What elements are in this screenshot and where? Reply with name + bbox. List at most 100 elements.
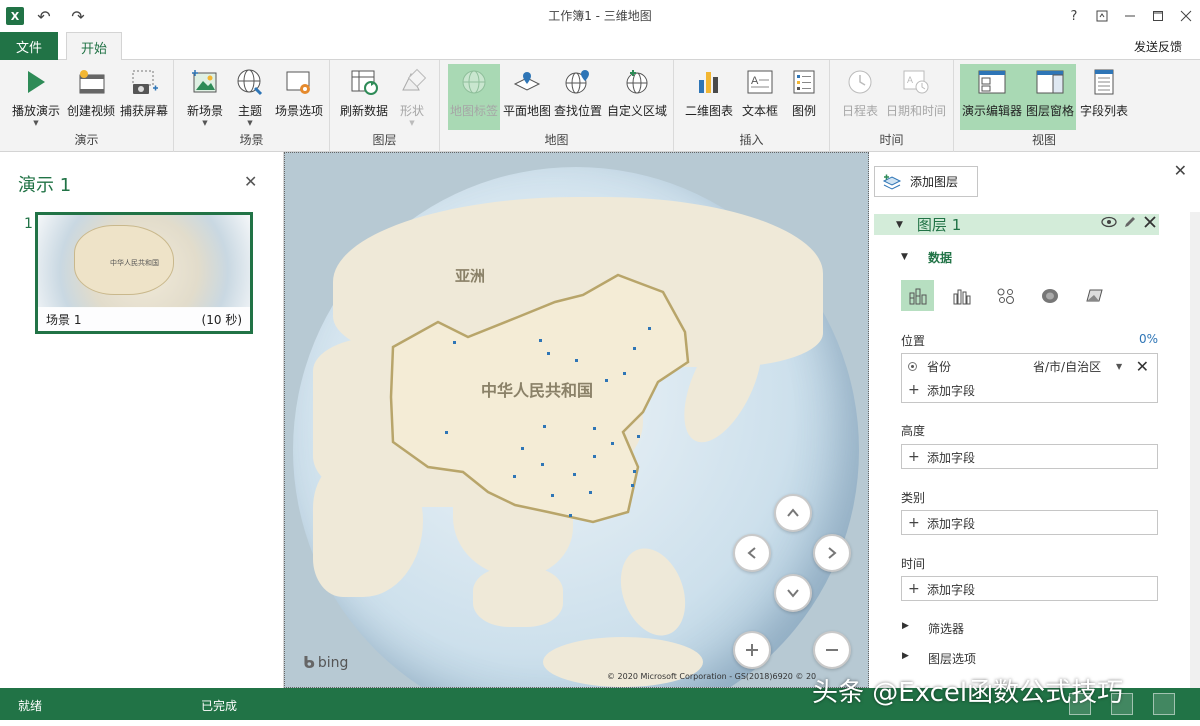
pencil-icon[interactable] [1123, 215, 1137, 229]
tilt-down-button[interactable] [774, 574, 812, 612]
tab-home[interactable]: 开始 [66, 32, 122, 61]
status-view-icon[interactable] [1069, 693, 1091, 715]
play-tour-button[interactable]: 播放演示 ▼ [8, 64, 64, 130]
rotate-right-button[interactable] [813, 534, 851, 572]
chevron-down-icon[interactable]: ▼ [1116, 362, 1122, 371]
rotate-left-button[interactable] [733, 534, 771, 572]
status-fit-icon[interactable] [1111, 693, 1133, 715]
data-collapse-triangle-icon[interactable]: ▼ [901, 252, 908, 262]
delete-layer-icon[interactable] [1143, 215, 1157, 229]
date-time-button[interactable]: A 日期和时间 [882, 64, 950, 130]
height-field-well[interactable]: + 添加字段 [901, 444, 1158, 469]
timeline-label: 日程表 [841, 104, 878, 118]
excel-logo-icon: X [6, 7, 24, 25]
chart-2d-button[interactable]: 二维图表 [682, 64, 736, 130]
category-field-well[interactable]: + 添加字段 [901, 510, 1158, 535]
layer-pane-button[interactable]: 图层窗格 [1024, 64, 1076, 130]
tab-file[interactable]: 文件 [0, 32, 58, 61]
filters-section[interactable]: 筛选器 [928, 620, 964, 637]
map-labels-label: 地图标签 [449, 104, 498, 118]
redo-button[interactable]: ↷ [64, 4, 92, 28]
location-field-type[interactable]: 省/市/自治区 [1033, 358, 1101, 375]
scene-options-icon [282, 66, 316, 98]
capture-screen-button[interactable]: 捕获屏幕 [118, 64, 170, 130]
ribbon-group-time: 日程表 A 日期和时间 时间 [830, 60, 954, 152]
text-box-button[interactable]: A 文本框 [740, 64, 780, 130]
globe[interactable] [293, 167, 859, 687]
add-time-field-row[interactable]: + 添加字段 [902, 577, 1157, 601]
add-height-field-row[interactable]: + 添加字段 [902, 445, 1157, 469]
create-video-button[interactable]: 创建视频 [64, 64, 118, 130]
plus-icon: + [908, 515, 920, 531]
scene-thumbnail[interactable]: 中华人民共和国 场景 1 (10 秒) [35, 212, 253, 334]
theme-button[interactable]: 主题 ▼ [232, 64, 268, 130]
send-feedback-button[interactable]: 发送反馈 [1134, 38, 1182, 55]
add-layer-label: 添加图层 [910, 175, 959, 189]
maximize-button[interactable] [1144, 2, 1172, 30]
scene-name: 场景 1 [46, 312, 82, 327]
add-category-field-row[interactable]: + 添加字段 [902, 511, 1157, 535]
new-scene-button[interactable]: 新场景 ▼ [182, 64, 228, 130]
shapes-label: 形状 [399, 104, 424, 118]
collapse-triangle-icon[interactable]: ▼ [896, 220, 903, 230]
refresh-data-button[interactable]: 刷新数据 [338, 64, 390, 130]
bubble-icon[interactable] [989, 280, 1022, 311]
tour-editor-button[interactable]: 演示编辑器 [960, 64, 1024, 130]
location-field-row[interactable]: 省份 省/市/自治区 ▼ ✕ [902, 354, 1157, 378]
map-labels-button[interactable]: 地图标签 [448, 64, 500, 130]
help-button[interactable]: ? [1060, 2, 1088, 30]
undo-button[interactable]: ↶ [30, 4, 58, 28]
visualization-type-picker [901, 280, 1110, 311]
legend-button[interactable]: 图例 [784, 64, 824, 130]
timeline-button[interactable]: 日程表 [838, 64, 882, 130]
eye-icon[interactable] [1101, 216, 1117, 228]
field-list-icon [1087, 66, 1121, 98]
bing-b-icon: ᑲ [303, 653, 315, 672]
close-button[interactable] [1172, 2, 1200, 30]
tilt-up-button[interactable] [774, 494, 812, 532]
stacked-column-icon[interactable] [901, 280, 934, 311]
flat-map-button[interactable]: 平面地图 [502, 64, 552, 130]
scene-options-button[interactable]: 场景选项 [272, 64, 326, 130]
field-list-button[interactable]: 字段列表 [1078, 64, 1130, 130]
film-icon [74, 66, 108, 98]
group-label-view: 视图 [1031, 133, 1056, 147]
ribbon-display-options-icon[interactable] [1088, 2, 1116, 30]
layer-pane-label: 图层窗格 [1025, 104, 1074, 118]
title-bar: X ↶ ↷ 工作簿1 - 三维地图 ? [0, 0, 1200, 32]
shapes-button[interactable]: 形状 ▼ [394, 64, 430, 130]
location-label: 位置 [901, 334, 926, 348]
clustered-column-icon[interactable] [945, 280, 978, 311]
custom-regions-button[interactable]: 自定义区域 [606, 64, 668, 130]
heat-map-icon[interactable] [1033, 280, 1066, 311]
group-label-scene: 场景 [239, 133, 264, 147]
clock-icon [843, 66, 877, 98]
layer-pane-scrollbar[interactable] [1190, 212, 1200, 688]
map-canvas[interactable]: 亚洲 中华人民共和国 ᑲ bing © 2020 Microsoft Corpo… [284, 152, 869, 688]
location-field-well[interactable]: 省份 省/市/自治区 ▼ ✕ + 添加字段 [901, 353, 1158, 403]
filters-expand-triangle-icon[interactable]: ▶ [902, 621, 909, 631]
refresh-data-icon [347, 66, 381, 98]
add-layer-button[interactable]: 添加图层 [874, 166, 978, 197]
time-field-well[interactable]: + 添加字段 [901, 576, 1158, 601]
radio-selected-icon[interactable] [908, 361, 917, 371]
layer-header[interactable]: ▼ 图层 1 [874, 214, 1159, 235]
location-match-percent[interactable]: 0% [1139, 332, 1158, 346]
flat-map-icon [510, 66, 544, 98]
zoom-in-button[interactable] [733, 631, 771, 669]
minimize-button[interactable] [1116, 2, 1144, 30]
add-location-field-row[interactable]: + 添加字段 [902, 378, 1157, 402]
zoom-out-button[interactable] [813, 631, 851, 669]
layer-options-expand-triangle-icon[interactable]: ▶ [902, 651, 909, 661]
chevron-left-icon [747, 547, 756, 559]
layer-options-section[interactable]: 图层选项 [928, 650, 976, 667]
close-tour-pane-icon[interactable]: ✕ [244, 172, 257, 191]
close-layer-pane-icon[interactable]: ✕ [1174, 161, 1187, 180]
shapes-icon [395, 66, 429, 98]
remove-field-icon[interactable]: ✕ [1136, 357, 1149, 376]
layer-pane: ✕ 添加图层 ▼ 图层 1 ▼ 数据 位置 0% 省份 省/市/自治区 ▼ ✕ … [869, 152, 1200, 688]
find-location-button[interactable]: 查找位置 [552, 64, 604, 130]
region-icon[interactable] [1077, 280, 1110, 311]
legend-icon [787, 66, 821, 98]
status-fullscreen-icon[interactable] [1153, 693, 1175, 715]
